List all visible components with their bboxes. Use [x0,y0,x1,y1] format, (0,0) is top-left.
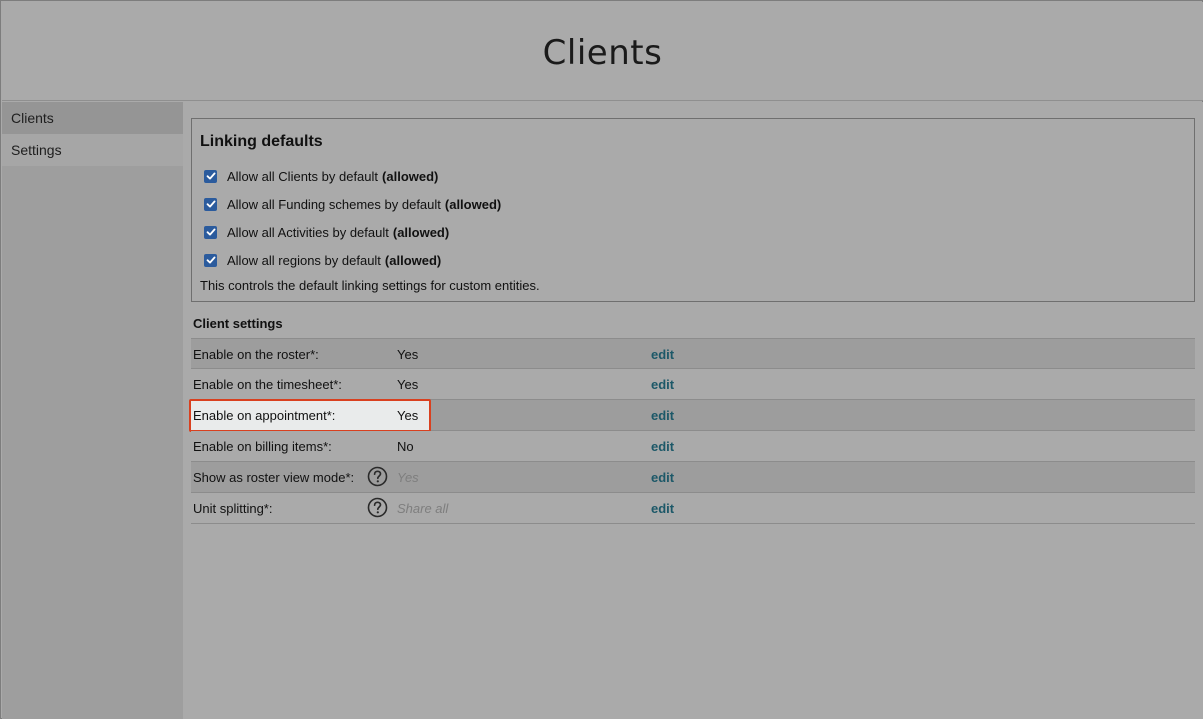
sidebar-item-settings[interactable]: Settings [2,134,183,166]
edit-timesheet-link[interactable]: edit [651,377,674,392]
linking-defaults-panel: Linking defaults Allow all Clients by de… [191,118,1195,302]
help-icon[interactable] [367,466,388,487]
setting-row-roster-view-mode: Show as roster view mode*: Yes edit [191,462,1195,493]
sidebar-item-clients[interactable]: Clients [2,102,183,134]
setting-label: Unit splitting*: [193,501,273,516]
app-window: Clients Clients Settings Linking default… [0,0,1203,719]
setting-value: Yes [397,470,419,485]
page-header: Clients [2,2,1203,101]
setting-value: Yes [397,408,419,423]
allow-funding-schemes-checkbox[interactable] [204,197,217,211]
checkmark-icon [206,228,215,236]
setting-value: Share all [397,501,449,516]
setting-row-appointment: Enable on appointment*: Yes edit [189,399,1195,432]
help-icon[interactable] [367,497,388,518]
checkmark-icon [206,200,215,208]
sidebar: Clients Settings [2,102,183,719]
linking-option-regions: Allow all regions by default (allowed) [200,246,1186,274]
setting-label: Enable on appointment*: [193,408,336,423]
edit-roster-link[interactable]: edit [651,347,674,362]
edit-billing-items-link[interactable]: edit [651,439,674,454]
edit-unit-splitting-link[interactable]: edit [651,501,674,516]
edit-appointment-link[interactable]: edit [651,408,674,423]
setting-row-unit-splitting: Unit splitting*: Share all edit [191,493,1195,524]
setting-label: Enable on the timesheet*: [193,377,342,392]
setting-row-billing-items: Enable on billing items*: No edit [191,431,1195,462]
setting-row-roster: Enable on the roster*: Yes edit [191,338,1195,369]
linking-option-label: Allow all Funding schemes by default [227,196,441,212]
client-settings-title: Client settings [193,316,283,331]
allow-clients-checkbox[interactable] [204,169,217,183]
linking-option-status: (allowed) [384,252,442,268]
setting-value: No [397,439,414,454]
checkmark-icon [206,256,215,264]
setting-label: Enable on billing items*: [193,439,332,454]
linking-option-status: (allowed) [382,168,439,184]
client-settings-table: Enable on the roster*: Yes edit Enable o… [189,338,1195,524]
allow-regions-checkbox[interactable] [204,253,217,267]
linking-option-clients: Allow all Clients by default (allowed) [200,162,1186,190]
setting-label: Enable on the roster*: [193,347,319,362]
linking-option-label: Allow all regions by default [227,252,381,268]
linking-option-status: (allowed) [444,196,502,212]
setting-value: Yes [397,347,419,362]
setting-label: Show as roster view mode*: [193,470,355,485]
linking-option-status: (allowed) [392,224,450,240]
page-title: Clients [542,33,663,73]
linking-defaults-note: This controls the default linking settin… [200,278,540,293]
setting-row-timesheet: Enable on the timesheet*: Yes edit [191,369,1195,400]
linking-defaults-title: Linking defaults [200,133,323,150]
edit-roster-view-mode-link[interactable]: edit [651,470,674,485]
linking-option-funding-schemes: Allow all Funding schemes by default (al… [200,190,1186,218]
linking-option-activities: Allow all Activities by default (allowed… [200,218,1186,246]
checkmark-icon [206,172,215,180]
allow-activities-checkbox[interactable] [204,225,217,239]
main-content: Linking defaults Allow all Clients by de… [183,102,1203,719]
linking-option-label: Allow all Clients by default [227,168,379,184]
linking-option-label: Allow all Activities by default [227,224,389,240]
setting-value: Yes [397,377,419,392]
